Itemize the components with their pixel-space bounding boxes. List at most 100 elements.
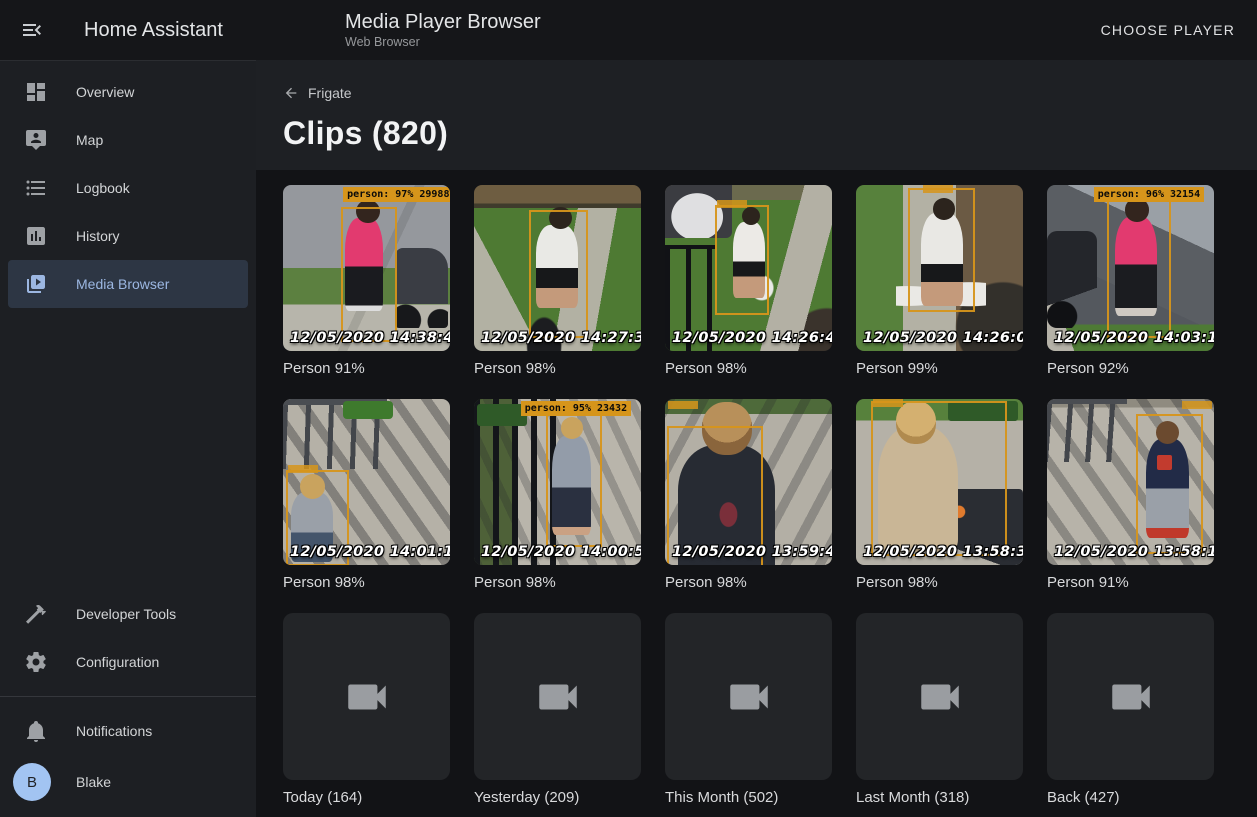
clip-label: Person 98% xyxy=(474,574,641,591)
scene-prop xyxy=(1047,231,1097,327)
detection-tag-small xyxy=(288,465,318,473)
page-heading-subtitle: Web Browser xyxy=(345,36,541,49)
sidebar-item-history[interactable]: History xyxy=(8,212,248,260)
scene-prop xyxy=(1047,399,1127,462)
sidebar-item-label: Map xyxy=(76,132,103,148)
avatar: B xyxy=(13,763,51,801)
sidebar-item-label: Media Browser xyxy=(76,276,169,292)
menu-open-icon xyxy=(20,18,44,42)
folder-item-this-month[interactable]: This Month (502) xyxy=(665,613,832,806)
clip-label: Person 98% xyxy=(474,360,641,377)
video-camera-icon xyxy=(915,672,965,722)
app-title: Home Assistant xyxy=(84,19,223,42)
detection-tag-small xyxy=(873,399,903,407)
clip-label: Person 91% xyxy=(1047,574,1214,591)
clip-label: Person 98% xyxy=(665,574,832,591)
detection-tag-small xyxy=(668,401,698,409)
back-arrow-icon xyxy=(283,85,299,101)
detection-tag: person: 96% 32154 xyxy=(1094,187,1204,202)
folder-thumbnail xyxy=(665,613,832,780)
sidebar-item-label: Notifications xyxy=(76,723,152,739)
sidebar-toggle-button[interactable] xyxy=(20,18,44,42)
clip-item[interactable]: 12/05/2020 14:26:07 Person 99% xyxy=(856,185,1023,377)
sidebar-divider xyxy=(0,696,256,697)
sidebar-item-overview[interactable]: Overview xyxy=(8,68,248,116)
sidebar-item-map[interactable]: Map xyxy=(8,116,248,164)
clip-thumbnail: person: 95% 23432 12/05/2020 14:00:52 xyxy=(474,399,641,565)
detection-tag: person: 95% 23432 xyxy=(521,401,631,416)
content-header: Frigate Clips (820) xyxy=(256,60,1257,170)
clip-timestamp: 12/05/2020 13:58:17 xyxy=(1054,544,1214,560)
detection-tag-small xyxy=(717,200,747,208)
choose-player-button[interactable]: CHOOSE PLAYER xyxy=(1095,21,1241,39)
folder-label: Yesterday (209) xyxy=(474,789,641,806)
clip-thumbnail: 12/05/2020 14:01:14 xyxy=(283,399,450,565)
sidebar-item-label: History xyxy=(76,228,120,244)
video-camera-icon xyxy=(342,672,392,722)
breadcrumb-frigate[interactable]: Frigate xyxy=(283,85,352,101)
sidebar: Overview Map Logbook History Media Brows… xyxy=(0,60,256,817)
folder-label: This Month (502) xyxy=(665,789,832,806)
video-camera-icon xyxy=(724,672,774,722)
clip-label: Person 91% xyxy=(283,360,450,377)
clip-label: Person 98% xyxy=(665,360,832,377)
list-icon xyxy=(24,176,48,200)
folder-item-today[interactable]: Today (164) xyxy=(283,613,450,806)
clip-timestamp: 12/05/2020 14:38:47 xyxy=(290,330,450,346)
clip-thumbnail: 12/05/2020 14:27:35 xyxy=(474,185,641,351)
clip-item[interactable]: person: 95% 23432 12/05/2020 14:00:52 Pe… xyxy=(474,399,641,591)
clip-thumbnail: 12/05/2020 13:58:30 xyxy=(856,399,1023,565)
folder-label: Last Month (318) xyxy=(856,789,1023,806)
clip-item[interactable]: 12/05/2020 14:26:46 Person 98% xyxy=(665,185,832,377)
sidebar-item-media-browser[interactable]: Media Browser xyxy=(8,260,248,308)
sidebar-item-user[interactable]: B Blake xyxy=(8,755,248,809)
clip-thumbnail: 12/05/2020 14:26:07 xyxy=(856,185,1023,351)
clip-timestamp: 12/05/2020 13:59:49 xyxy=(672,544,832,560)
clip-item[interactable]: 12/05/2020 13:58:17 Person 91% xyxy=(1047,399,1214,591)
detection-tag-small xyxy=(1182,401,1212,409)
clip-item[interactable]: 12/05/2020 14:27:35 Person 98% xyxy=(474,185,641,377)
clip-item[interactable]: person: 96% 32154 12/05/2020 14:03:17 Pe… xyxy=(1047,185,1214,377)
clip-item[interactable]: 12/05/2020 14:01:14 Person 98% xyxy=(283,399,450,591)
detection-box xyxy=(1136,414,1203,554)
chart-box-icon xyxy=(24,224,48,248)
clip-timestamp: 12/05/2020 14:27:35 xyxy=(481,330,641,346)
folder-item-yesterday[interactable]: Yesterday (209) xyxy=(474,613,641,806)
sidebar-item-configuration[interactable]: Configuration xyxy=(8,638,248,686)
clip-item[interactable]: person: 97% 29988 12/05/2020 14:38:47 Pe… xyxy=(283,185,450,377)
media-browser-content: Frigate Clips (820) person: 97% 29988 12… xyxy=(256,60,1257,817)
folder-thumbnail xyxy=(856,613,1023,780)
detection-box xyxy=(1107,197,1171,339)
gear-icon xyxy=(24,650,48,674)
detection-tag-small xyxy=(923,185,953,193)
clip-thumbnail: person: 97% 29988 12/05/2020 14:38:47 xyxy=(283,185,450,351)
clip-timestamp: 12/05/2020 14:01:14 xyxy=(290,544,450,560)
page-title: Clips (820) xyxy=(283,115,1257,152)
sidebar-item-logbook[interactable]: Logbook xyxy=(8,164,248,212)
detection-box xyxy=(546,412,602,547)
clip-thumbnail: 12/05/2020 14:26:46 xyxy=(665,185,832,351)
sidebar-item-developer-tools[interactable]: Developer Tools xyxy=(8,590,248,638)
clip-timestamp: 12/05/2020 14:00:52 xyxy=(481,544,641,560)
folder-item-last-month[interactable]: Last Month (318) xyxy=(856,613,1023,806)
clip-item[interactable]: 12/05/2020 13:58:30 Person 98% xyxy=(856,399,1023,591)
hammer-icon xyxy=(24,602,48,626)
scene-prop xyxy=(395,248,448,328)
play-box-multiple-icon xyxy=(24,272,48,296)
bell-icon xyxy=(24,719,48,743)
clip-label: Person 92% xyxy=(1047,360,1214,377)
sidebar-item-label: Developer Tools xyxy=(76,606,176,622)
sidebar-spacer xyxy=(0,308,256,590)
top-app-bar: Home Assistant Media Player Browser Web … xyxy=(0,0,1257,60)
clips-grid: person: 97% 29988 12/05/2020 14:38:47 Pe… xyxy=(256,170,1257,806)
folder-item-back[interactable]: Back (427) xyxy=(1047,613,1214,806)
detection-box xyxy=(341,207,397,342)
folder-thumbnail xyxy=(283,613,450,780)
sidebar-item-notifications[interactable]: Notifications xyxy=(8,707,248,755)
video-camera-icon xyxy=(1106,672,1156,722)
clip-timestamp: 12/05/2020 14:03:17 xyxy=(1054,330,1214,346)
clip-thumbnail: 12/05/2020 13:59:49 xyxy=(665,399,832,565)
dashboard-icon xyxy=(24,80,48,104)
clip-item[interactable]: 12/05/2020 13:59:49 Person 98% xyxy=(665,399,832,591)
folder-label: Today (164) xyxy=(283,789,450,806)
